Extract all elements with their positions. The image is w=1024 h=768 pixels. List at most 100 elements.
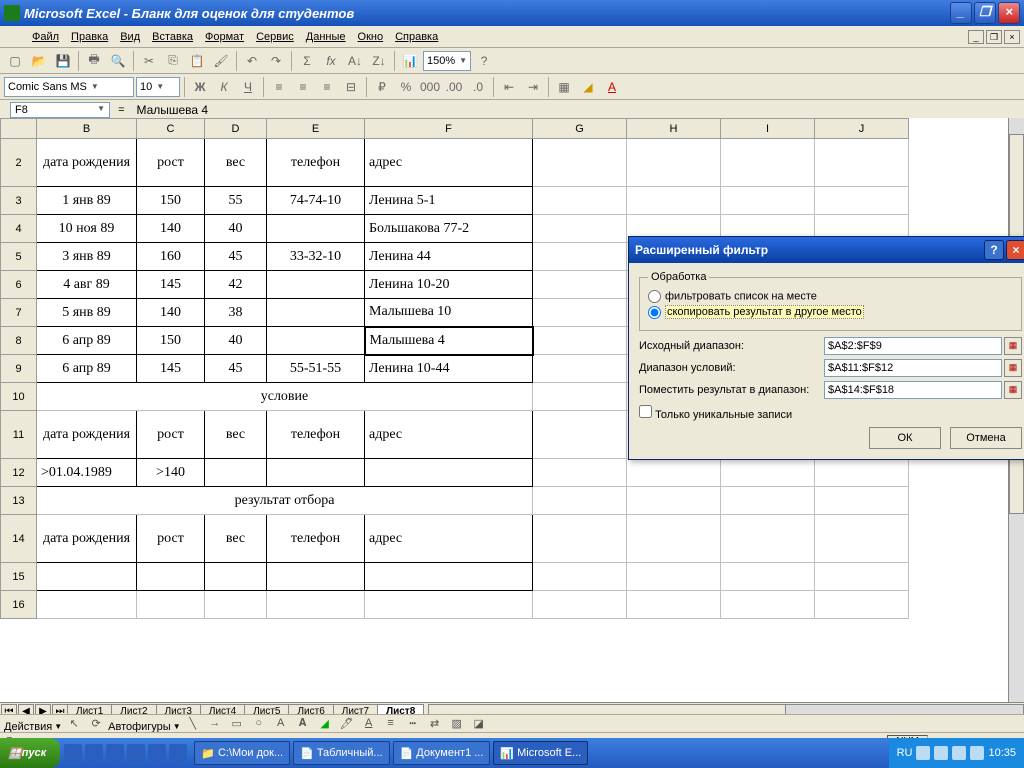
- cell-I14[interactable]: [721, 515, 815, 563]
- menu-tools[interactable]: Сервис: [250, 28, 300, 46]
- tray-icon[interactable]: [934, 746, 948, 760]
- cell-D2[interactable]: вес: [205, 139, 267, 187]
- row-header-13[interactable]: 13: [1, 487, 37, 515]
- refedit-copyto-icon[interactable]: ▦: [1004, 381, 1022, 399]
- cell-merged-10[interactable]: условие: [37, 383, 533, 411]
- refedit-criteria-icon[interactable]: ▦: [1004, 359, 1022, 377]
- cell-G12[interactable]: [533, 459, 627, 487]
- cell-H2[interactable]: [627, 139, 721, 187]
- doc-restore-button[interactable]: ❐: [986, 30, 1002, 44]
- cell-D4[interactable]: 40: [205, 215, 267, 243]
- cell-G9[interactable]: [533, 355, 627, 383]
- drawing-actions-menu[interactable]: Действия: [4, 721, 52, 733]
- align-center-icon[interactable]: ≡: [292, 76, 314, 98]
- cell-G5[interactable]: [533, 243, 627, 271]
- cell-C11[interactable]: рост: [137, 411, 205, 459]
- taskbar-task-excel[interactable]: 📊 Microsoft E...: [493, 741, 588, 765]
- cell-E4[interactable]: [267, 215, 365, 243]
- cell-I2[interactable]: [721, 139, 815, 187]
- row-header-2[interactable]: 2: [1, 139, 37, 187]
- cell-C3[interactable]: 150: [137, 187, 205, 215]
- row-header-7[interactable]: 7: [1, 299, 37, 327]
- percent-icon[interactable]: %: [395, 76, 417, 98]
- cell-D5[interactable]: 45: [205, 243, 267, 271]
- cell-B6[interactable]: 4 авг 89: [37, 271, 137, 299]
- cell-C4[interactable]: 140: [137, 215, 205, 243]
- col-header-B[interactable]: B: [37, 119, 137, 139]
- cell[interactable]: [721, 487, 815, 515]
- cell-G3[interactable]: [533, 187, 627, 215]
- cell-B2[interactable]: дата рождения: [37, 139, 137, 187]
- menu-edit[interactable]: Правка: [65, 28, 114, 46]
- menu-view[interactable]: Вид: [114, 28, 146, 46]
- cell-I3[interactable]: [721, 187, 815, 215]
- align-right-icon[interactable]: ≡: [316, 76, 338, 98]
- quick-launch[interactable]: [64, 744, 187, 762]
- cell-G14[interactable]: [533, 515, 627, 563]
- cell-H3[interactable]: [627, 187, 721, 215]
- checkbox-unique[interactable]: Только уникальные записи: [639, 405, 1022, 421]
- tray-icon[interactable]: [916, 746, 930, 760]
- cell[interactable]: [815, 487, 909, 515]
- refedit-source-icon[interactable]: ▦: [1004, 337, 1022, 355]
- save-icon[interactable]: 💾: [52, 50, 74, 72]
- cell-G16[interactable]: [533, 591, 627, 619]
- cell-E6[interactable]: [267, 271, 365, 299]
- underline-icon[interactable]: Ч: [237, 76, 259, 98]
- cell-I12[interactable]: [721, 459, 815, 487]
- cell-J3[interactable]: [815, 187, 909, 215]
- row-header-8[interactable]: 8: [1, 327, 37, 355]
- cell-B7[interactable]: 5 янв 89: [37, 299, 137, 327]
- cell-E15[interactable]: [267, 563, 365, 591]
- col-header-I[interactable]: I: [721, 119, 815, 139]
- doc-close-button[interactable]: ×: [1004, 30, 1020, 44]
- cell-F6[interactable]: Ленина 10-20: [365, 271, 533, 299]
- menu-file[interactable]: Файл: [26, 28, 65, 46]
- cell-D11[interactable]: вес: [205, 411, 267, 459]
- cell-E11[interactable]: телефон: [267, 411, 365, 459]
- cell-D7[interactable]: 38: [205, 299, 267, 327]
- col-header-J[interactable]: J: [815, 119, 909, 139]
- cell-D6[interactable]: 42: [205, 271, 267, 299]
- cell-F14[interactable]: адрес: [365, 515, 533, 563]
- row-header-3[interactable]: 3: [1, 187, 37, 215]
- col-header-H[interactable]: H: [627, 119, 721, 139]
- cell-I15[interactable]: [721, 563, 815, 591]
- col-header-E[interactable]: E: [267, 119, 365, 139]
- currency-icon[interactable]: ₽: [371, 76, 393, 98]
- cell-E14[interactable]: телефон: [267, 515, 365, 563]
- row-header-4[interactable]: 4: [1, 215, 37, 243]
- cell-E7[interactable]: [267, 299, 365, 327]
- cell-G2[interactable]: [533, 139, 627, 187]
- cell[interactable]: [627, 487, 721, 515]
- menu-insert[interactable]: Вставка: [146, 28, 199, 46]
- increase-indent-icon[interactable]: ⇥: [522, 76, 544, 98]
- cell-C15[interactable]: [137, 563, 205, 591]
- cell-C14[interactable]: рост: [137, 515, 205, 563]
- cell-F2[interactable]: адрес: [365, 139, 533, 187]
- tray-icon[interactable]: [970, 746, 984, 760]
- font-color-icon[interactable]: A: [601, 76, 623, 98]
- decrease-indent-icon[interactable]: ⇤: [498, 76, 520, 98]
- taskbar-task-word2[interactable]: 📄 Документ1 ...: [393, 741, 491, 765]
- cell-F5[interactable]: Ленина 44: [365, 243, 533, 271]
- autoshapes-menu[interactable]: Автофигуры: [108, 721, 171, 733]
- undo-icon[interactable]: ↶: [241, 50, 263, 72]
- cell-H12[interactable]: [627, 459, 721, 487]
- cell-merged-13[interactable]: результат отбора: [37, 487, 533, 515]
- menu-data[interactable]: Данные: [300, 28, 352, 46]
- cell-H15[interactable]: [627, 563, 721, 591]
- sum-icon[interactable]: Σ: [296, 50, 318, 72]
- cell[interactable]: [533, 383, 627, 411]
- start-button[interactable]: 🪟 пуск: [0, 738, 60, 768]
- cell-B12[interactable]: >01.04.1989: [37, 459, 137, 487]
- cell-E9[interactable]: 55-51-55: [267, 355, 365, 383]
- system-tray[interactable]: RU 10:35: [889, 738, 1024, 768]
- cell-D15[interactable]: [205, 563, 267, 591]
- print-icon[interactable]: 🖶: [83, 50, 105, 72]
- cell-G7[interactable]: [533, 299, 627, 327]
- dialog-close-button[interactable]: ×: [1006, 240, 1024, 260]
- cell-F7[interactable]: Малышева 10: [365, 299, 533, 327]
- borders-icon[interactable]: ▦: [553, 76, 575, 98]
- fill-color-icon[interactable]: ◢: [577, 76, 599, 98]
